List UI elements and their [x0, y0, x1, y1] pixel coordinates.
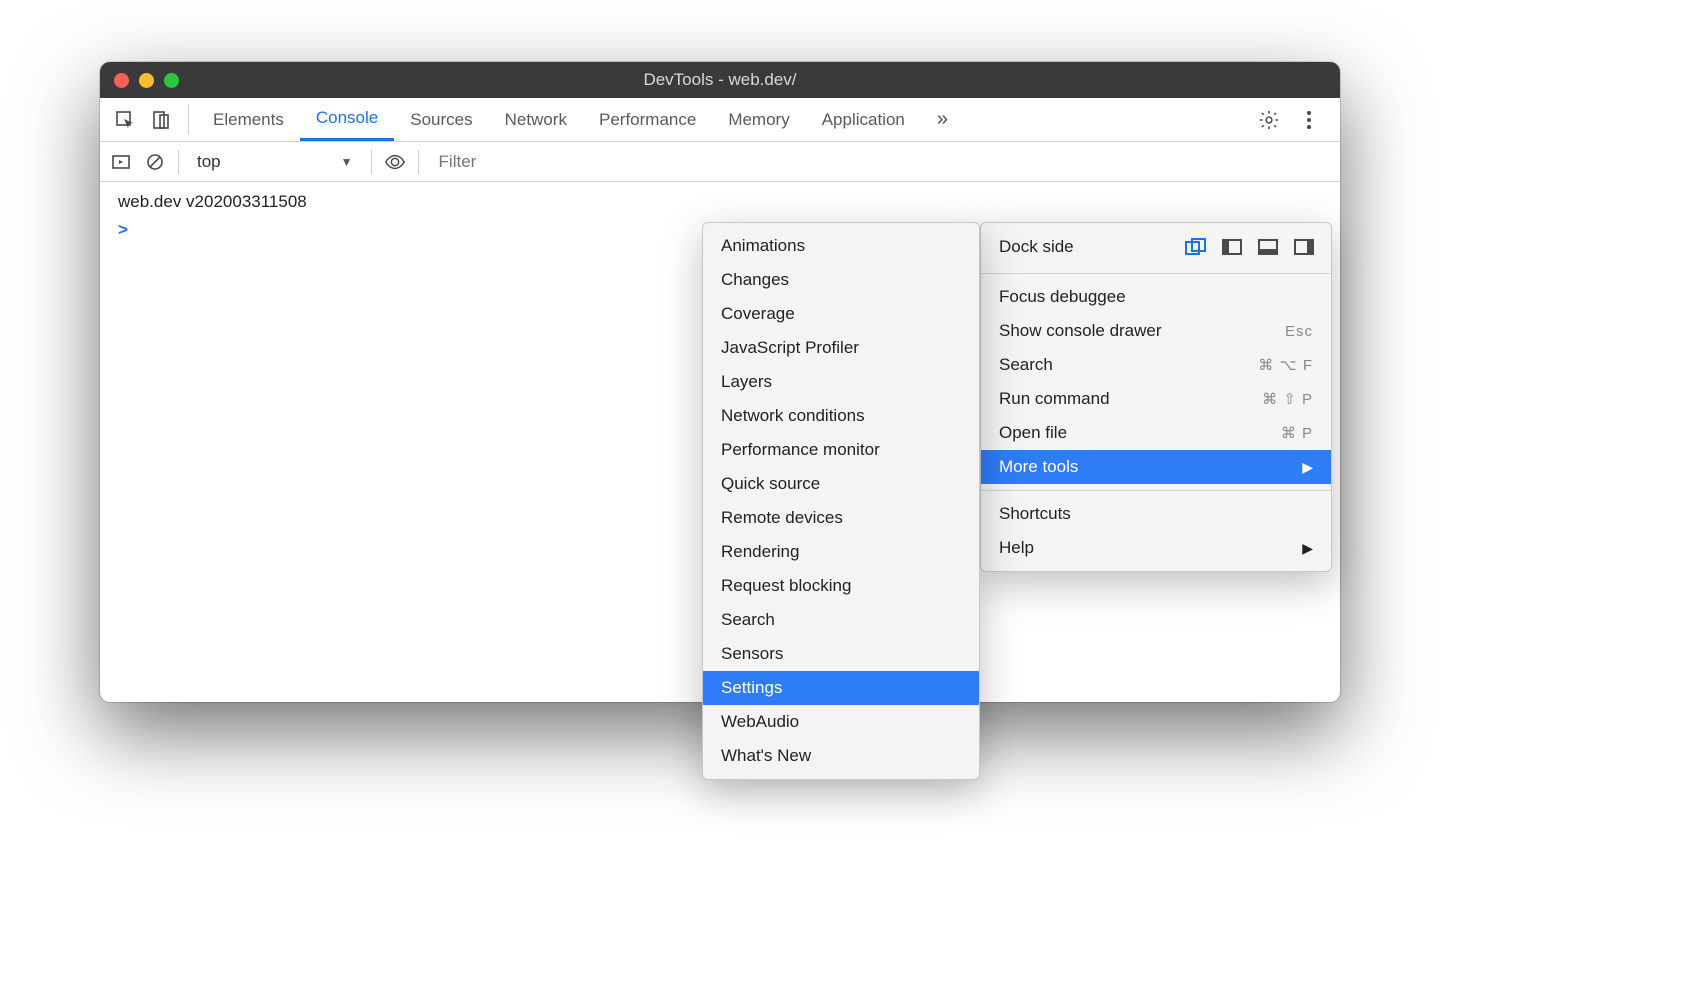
dock-side-row: Dock side — [981, 229, 1331, 267]
chevron-down-icon: ▼ — [341, 155, 353, 169]
devtools-window: DevTools - web.dev/ Elements Console Sou… — [100, 62, 1340, 702]
submenu-item-sensors[interactable]: Sensors — [703, 637, 979, 671]
sidebar-toggle-icon[interactable] — [110, 151, 132, 173]
menu-item-run-command[interactable]: Run command⌘ ⇧ P — [981, 382, 1331, 416]
panel-tabbar: Elements Console Sources Network Perform… — [100, 98, 1340, 142]
console-toolbar: top ▼ — [100, 142, 1340, 182]
submenu-item-remote-devices[interactable]: Remote devices — [703, 501, 979, 535]
menu-item-show-console-drawer[interactable]: Show console drawerEsc — [981, 314, 1331, 348]
submenu-item-performance-monitor[interactable]: Performance monitor — [703, 433, 979, 467]
gear-icon[interactable] — [1258, 109, 1280, 131]
dock-right-icon[interactable] — [1293, 238, 1315, 256]
submenu-arrow-icon: ▶ — [1302, 459, 1313, 476]
dock-left-icon[interactable] — [1221, 238, 1243, 256]
menu-item-shortcuts[interactable]: Shortcuts — [981, 497, 1331, 531]
submenu-item-settings[interactable]: Settings — [703, 671, 979, 705]
menu-item-more-tools[interactable]: More tools▶ — [981, 450, 1331, 484]
context-selector[interactable]: top ▼ — [191, 152, 359, 172]
titlebar: DevTools - web.dev/ — [100, 62, 1340, 98]
submenu-item-webaudio[interactable]: WebAudio — [703, 705, 979, 739]
context-label: top — [197, 152, 221, 172]
tab-performance[interactable]: Performance — [583, 98, 712, 141]
tab-console[interactable]: Console — [300, 98, 394, 141]
submenu-item-changes[interactable]: Changes — [703, 263, 979, 297]
submenu-item-javascript-profiler[interactable]: JavaScript Profiler — [703, 331, 979, 365]
tab-sources[interactable]: Sources — [394, 98, 488, 141]
minimize-window-button[interactable] — [139, 73, 154, 88]
menu-item-help[interactable]: Help▶ — [981, 531, 1331, 565]
window-title: DevTools - web.dev/ — [100, 70, 1340, 90]
console-log-line: web.dev v202003311508 — [112, 188, 1328, 216]
zoom-window-button[interactable] — [164, 73, 179, 88]
dock-undock-icon[interactable] — [1185, 238, 1207, 256]
menu-item-open-file[interactable]: Open file⌘ P — [981, 416, 1331, 450]
more-tools-submenu: AnimationsChangesCoverageJavaScript Prof… — [702, 222, 980, 780]
submenu-item-coverage[interactable]: Coverage — [703, 297, 979, 331]
submenu-item-request-blocking[interactable]: Request blocking — [703, 569, 979, 603]
menu-item-search[interactable]: Search⌘ ⌥ F — [981, 348, 1331, 382]
inspect-element-icon[interactable] — [114, 109, 136, 131]
main-menu: Dock side Focus debuggee Show console dr… — [980, 222, 1332, 572]
close-window-button[interactable] — [114, 73, 129, 88]
dock-bottom-icon[interactable] — [1257, 238, 1279, 256]
live-expression-icon[interactable] — [384, 151, 406, 173]
panel-tabs: Elements Console Sources Network Perform… — [197, 98, 964, 141]
tab-network[interactable]: Network — [489, 98, 583, 141]
submenu-item-layers[interactable]: Layers — [703, 365, 979, 399]
submenu-arrow-icon: ▶ — [1302, 540, 1313, 557]
tab-elements[interactable]: Elements — [197, 98, 300, 141]
submenu-item-what-s-new[interactable]: What's New — [703, 739, 979, 773]
submenu-item-search[interactable]: Search — [703, 603, 979, 637]
menu-item-focus-debuggee[interactable]: Focus debuggee — [981, 280, 1331, 314]
filter-input[interactable] — [431, 148, 1330, 176]
submenu-item-network-conditions[interactable]: Network conditions — [703, 399, 979, 433]
submenu-item-animations[interactable]: Animations — [703, 229, 979, 263]
submenu-item-quick-source[interactable]: Quick source — [703, 467, 979, 501]
dock-side-label: Dock side — [999, 237, 1074, 257]
divider — [188, 104, 189, 135]
traffic-lights — [114, 73, 179, 88]
device-toolbar-icon[interactable] — [150, 109, 172, 131]
tab-memory[interactable]: Memory — [712, 98, 805, 141]
kebab-menu-icon[interactable] — [1298, 109, 1320, 131]
more-tabs-chevron-icon[interactable]: » — [921, 98, 964, 141]
clear-console-icon[interactable] — [144, 151, 166, 173]
submenu-item-rendering[interactable]: Rendering — [703, 535, 979, 569]
tab-application[interactable]: Application — [806, 98, 921, 141]
